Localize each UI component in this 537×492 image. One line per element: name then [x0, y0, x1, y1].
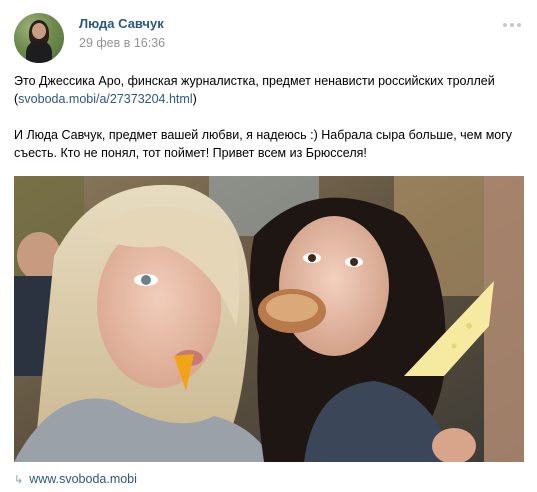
- link-icon: ↳: [14, 473, 24, 486]
- dot: [510, 23, 514, 27]
- avatar[interactable]: [14, 13, 64, 63]
- wall-post: Люда Савчук 29 фев в 16:36 Это Джессика …: [0, 0, 537, 492]
- attached-link-label: www.svoboda.mobi: [29, 472, 137, 486]
- avatar-body: [26, 41, 52, 63]
- more-dots-icon[interactable]: [503, 20, 523, 30]
- avatar-face: [32, 23, 46, 39]
- post-paragraph-1: Это Джессика Аро, финская журналистка, п…: [14, 72, 528, 108]
- author-name[interactable]: Люда Савчук: [79, 16, 164, 31]
- post-date[interactable]: 29 фев в 16:36: [79, 36, 165, 50]
- article-link[interactable]: svoboda.mobi/a/27373204.html: [18, 92, 192, 106]
- dot: [503, 23, 507, 27]
- post-photo[interactable]: [14, 176, 524, 462]
- post-text: Это Джессика Аро, финская журналистка, п…: [14, 72, 528, 162]
- photo-image: [14, 176, 524, 462]
- post-text-line1: Это Джессика Аро, финская журналистка, п…: [14, 74, 495, 88]
- dot: [517, 23, 521, 27]
- paren-close: ): [192, 92, 197, 106]
- post-paragraph-2: И Люда Савчук, предмет вашей любви, я на…: [14, 128, 513, 160]
- attached-link[interactable]: ↳ www.svoboda.mobi: [14, 472, 137, 486]
